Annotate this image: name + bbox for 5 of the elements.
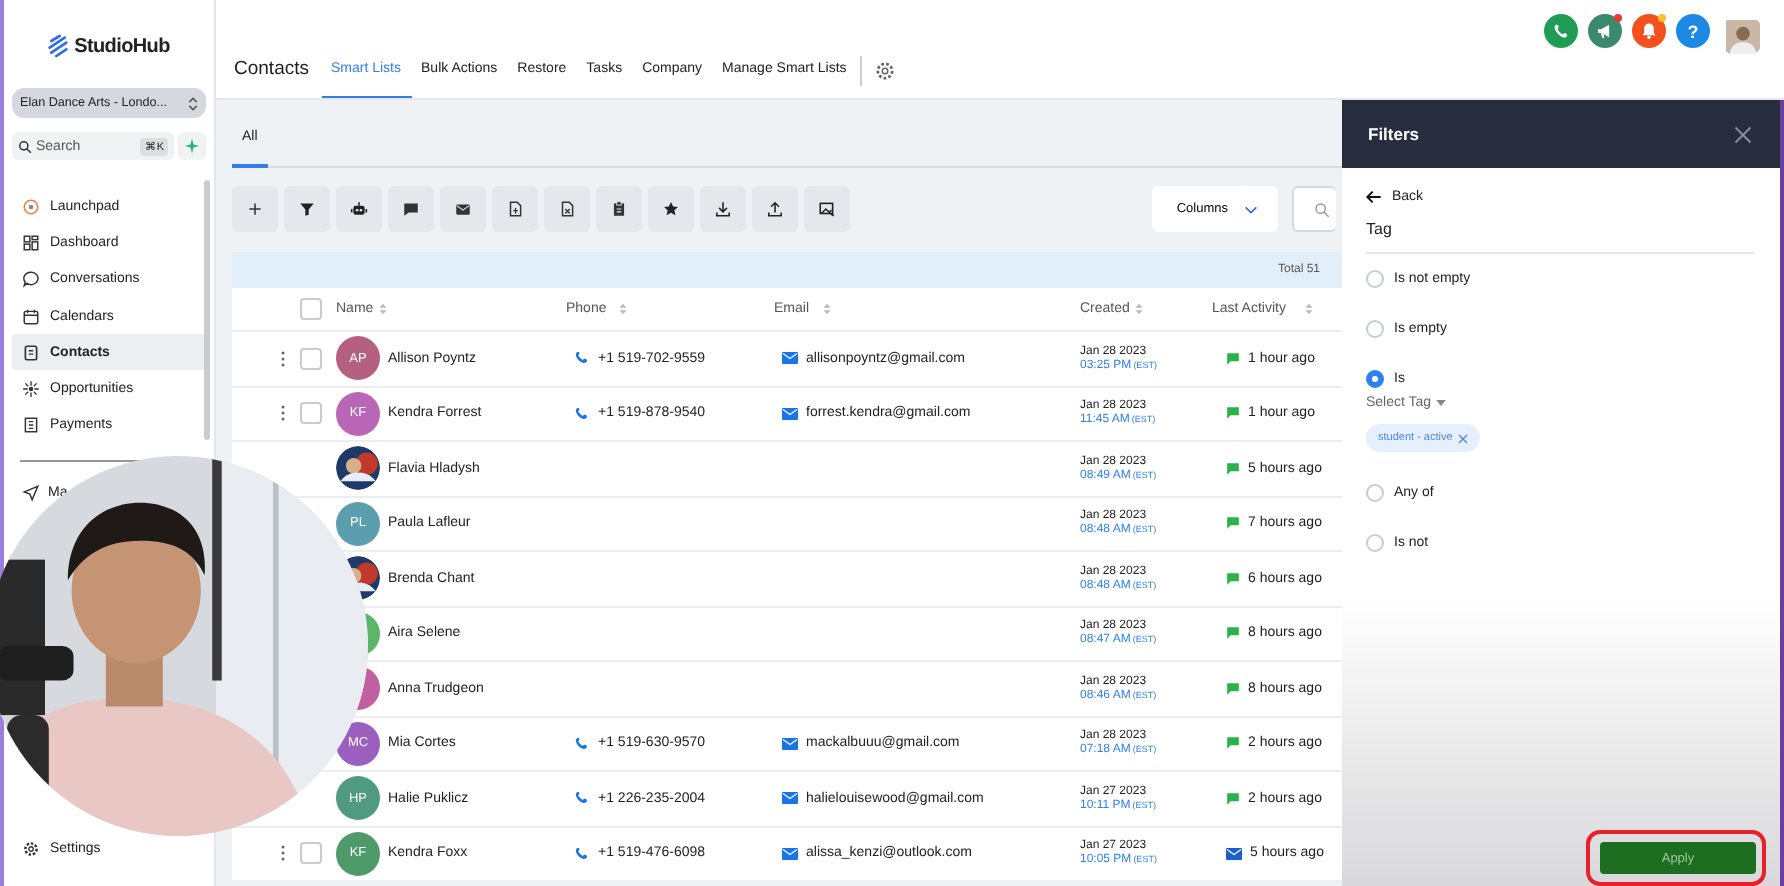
page-title: Contacts: [234, 58, 309, 84]
logo-text: StudioHub: [74, 35, 170, 57]
field-label: Tag: [1366, 220, 1394, 238]
panel-title: Filters: [1368, 124, 1420, 144]
help-button[interactable]: ?: [1676, 14, 1710, 48]
